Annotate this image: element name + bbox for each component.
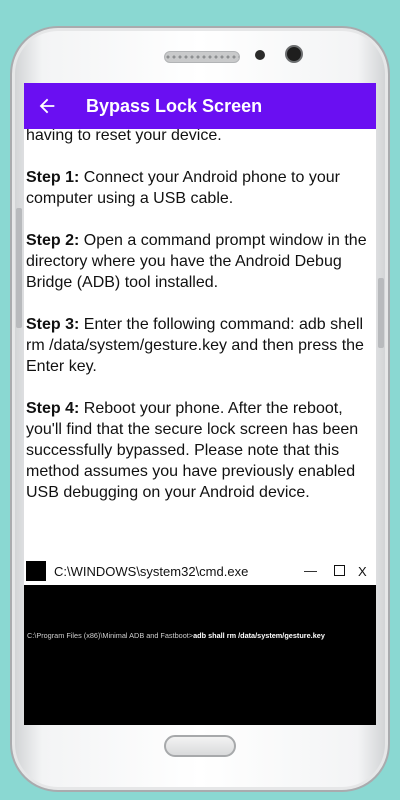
- cmd-prompt: C:\Program Files (x86)\Minimal ADB and F…: [27, 631, 194, 640]
- maximize-icon: [334, 565, 345, 576]
- arrow-left-icon[interactable]: [36, 95, 58, 117]
- minimize-icon: —: [304, 563, 317, 578]
- earpiece-speaker: [164, 51, 240, 63]
- step-2: Step 2: Open a command prompt window in …: [26, 230, 372, 293]
- step-1: Step 1: Connect your Android phone to yo…: [26, 167, 372, 209]
- close-icon: X: [358, 564, 367, 579]
- cmd-window-screenshot: C:\WINDOWS\system32\cmd.exe — X C:\Progr…: [24, 559, 376, 725]
- cmd-titlebar: C:\WINDOWS\system32\cmd.exe — X: [24, 559, 376, 583]
- step-3: Step 3: Enter the following command: adb…: [26, 314, 372, 377]
- step-3-label: Step 3:: [26, 316, 80, 333]
- phone-side-button-left: [16, 208, 22, 328]
- cmd-console: C:\Program Files (x86)\Minimal ADB and F…: [24, 585, 376, 725]
- step-1-label: Step 1:: [26, 169, 80, 186]
- page-title: Bypass Lock Screen: [86, 96, 263, 116]
- steps-text: having to reset your device. Step 1: Con…: [26, 125, 372, 524]
- step-4-label: Step 4:: [26, 400, 80, 417]
- step-4: Step 4: Reboot your phone. After the reb…: [26, 398, 372, 503]
- front-camera: [285, 45, 303, 63]
- cmd-command: adb shall rm /data/system/gesture.key: [193, 631, 325, 640]
- home-button[interactable]: [164, 735, 236, 757]
- app-bar: Bypass Lock Screen: [24, 83, 376, 129]
- step-2-label: Step 2:: [26, 232, 80, 249]
- phone-screen: having to reset your device. Step 1: Con…: [24, 83, 376, 725]
- phone-side-button-right: [378, 278, 384, 348]
- cmd-line: C:\Program Files (x86)\Minimal ADB and F…: [27, 631, 325, 640]
- proximity-sensor: [255, 50, 265, 60]
- cmd-app-icon: [26, 561, 46, 581]
- cmd-title: C:\WINDOWS\system32\cmd.exe: [54, 564, 249, 579]
